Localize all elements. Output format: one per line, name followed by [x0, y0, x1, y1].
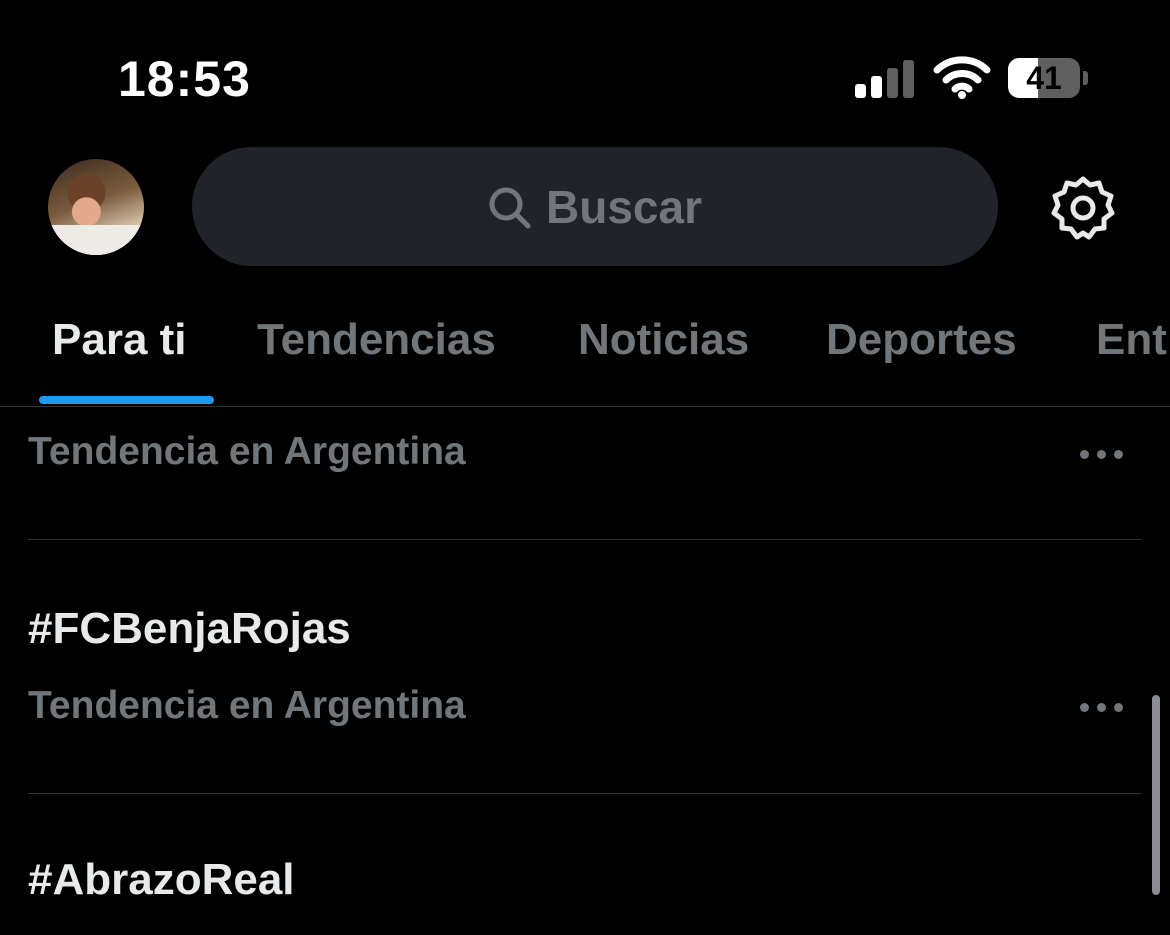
active-tab-indicator: [39, 396, 214, 404]
more-options-icon[interactable]: [1080, 703, 1124, 715]
status-bar: 18:53 41: [0, 0, 1170, 150]
trend-item[interactable]: #AbrazoReal: [28, 855, 1142, 935]
search-input[interactable]: Buscar: [192, 147, 998, 266]
tab-entretenimiento[interactable]: Ent: [1096, 315, 1167, 365]
status-time: 18:53: [118, 51, 251, 107]
trend-location: Tendencia en Argentina: [28, 430, 466, 473]
tab-para-ti[interactable]: Para ti: [52, 315, 187, 365]
gear-icon[interactable]: [1050, 175, 1116, 241]
scrollbar[interactable]: [1152, 695, 1160, 895]
divider: [28, 539, 1142, 540]
cellular-signal-icon: [855, 58, 915, 98]
profile-avatar[interactable]: [48, 159, 144, 255]
search-placeholder: Buscar: [546, 180, 702, 233]
trend-item[interactable]: #FCBenjaRojas Tendencia en Argentina: [28, 604, 1142, 754]
trend-location: Tendencia en Argentina: [28, 684, 466, 727]
tab-tendencias[interactable]: Tendencias: [257, 315, 496, 365]
more-options-icon[interactable]: [1080, 450, 1124, 462]
tab-deportes[interactable]: Deportes: [826, 315, 1017, 365]
search-icon: [489, 187, 531, 228]
wifi-icon: [933, 56, 991, 99]
explore-tabs: Para ti Tendencias Noticias Deportes Ent: [0, 300, 1170, 407]
tab-noticias[interactable]: Noticias: [578, 315, 749, 365]
trend-item[interactable]: Tendencia en Argentina: [28, 430, 1142, 530]
trend-title: #AbrazoReal: [28, 855, 295, 904]
battery-icon: 41: [1008, 58, 1088, 98]
battery-level: 41: [1026, 60, 1062, 96]
divider: [28, 793, 1142, 794]
trend-title: #FCBenjaRojas: [28, 604, 351, 653]
